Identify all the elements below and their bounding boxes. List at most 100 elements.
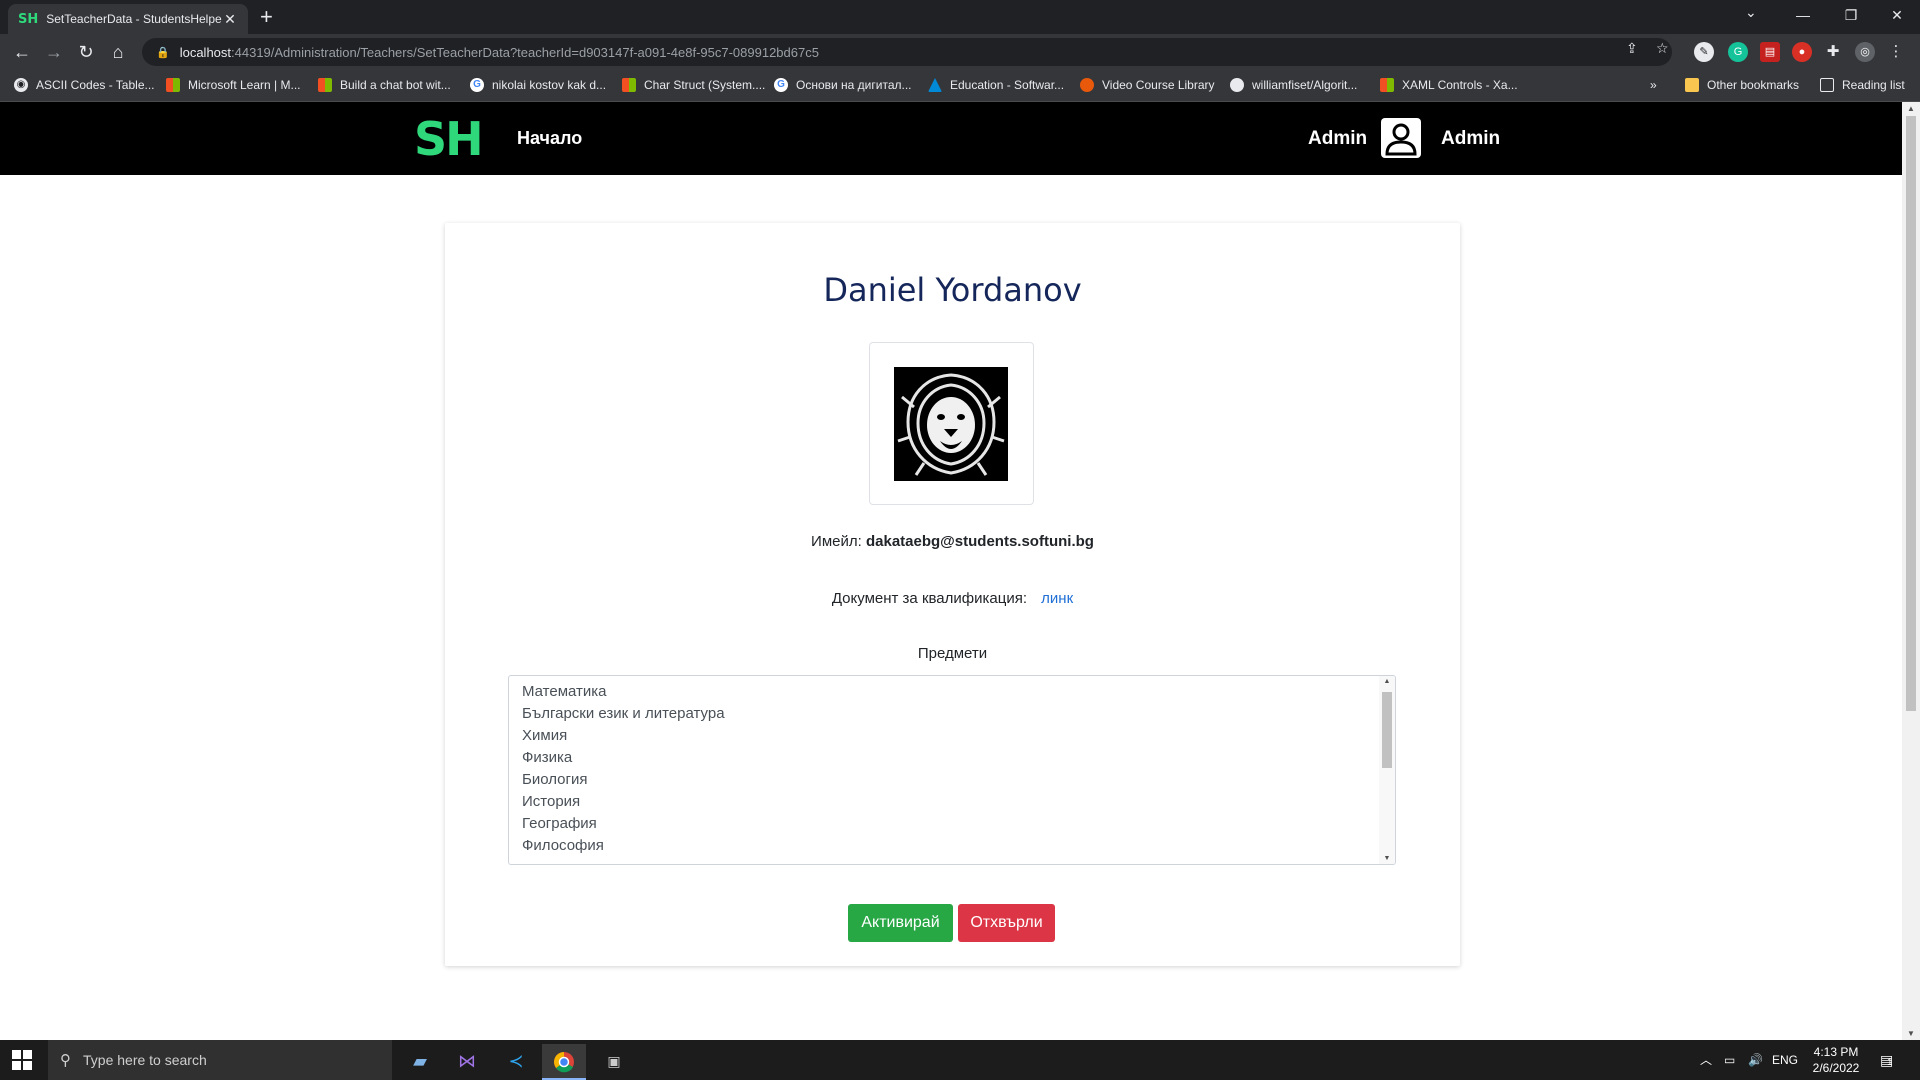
clock-date: 2/6/2022	[1812, 1061, 1860, 1075]
puzzle-icon[interactable]: ✚	[1823, 42, 1843, 62]
bookmark-item[interactable]: Gnikolai kostov kak d...	[470, 78, 606, 92]
azure-icon	[928, 78, 942, 92]
back-icon[interactable]: ←	[10, 40, 34, 64]
nav-admin-link[interactable]: Admin	[1308, 128, 1367, 150]
site-logo[interactable]: SH	[414, 112, 484, 166]
google-icon: G	[470, 78, 484, 92]
subjects-multiselect[interactable]: Математика Български език и литература Х…	[508, 675, 1396, 865]
avatar[interactable]	[1381, 118, 1421, 158]
subjects-scrollbar-thumb[interactable]	[1382, 692, 1392, 768]
teacher-photo	[894, 367, 1008, 481]
restore-icon[interactable]: ❐	[1828, 0, 1874, 30]
qualification-document-link[interactable]: линк	[1041, 590, 1073, 607]
bookmark-label: Education - Softwar...	[950, 78, 1065, 92]
browser-tab[interactable]: SH SetTeacherData - StudentsHelper ✕	[8, 4, 248, 34]
nav-user-link[interactable]: Admin	[1441, 128, 1500, 150]
google-icon: G	[774, 78, 788, 92]
url-host: localhost	[179, 44, 232, 60]
network-icon[interactable]: ▭	[1724, 1040, 1735, 1080]
other-bookmarks-button[interactable]: Other bookmarks	[1685, 78, 1799, 92]
bookmark-item[interactable]: Education - Softwar...	[928, 78, 1064, 92]
notification-icon[interactable]: ▤1	[1880, 1040, 1893, 1080]
subject-option[interactable]: Химия	[509, 725, 1379, 747]
scroll-up-icon[interactable]: ▲	[1379, 678, 1395, 685]
user-icon	[1385, 123, 1417, 156]
home-icon[interactable]: ⌂	[106, 40, 130, 64]
bookmark-label: Video Course Library	[1102, 78, 1215, 92]
record-extension-icon[interactable]: ●	[1792, 42, 1812, 62]
subject-option[interactable]: Математика	[509, 681, 1379, 703]
bookmark-item[interactable]: Video Course Library	[1080, 78, 1215, 92]
tab-search-icon[interactable]: ⌄	[1745, 4, 1757, 21]
address-bar[interactable]: 🔒 localhost :44319/Administration/Teache…	[142, 38, 1672, 66]
subject-option[interactable]: География	[509, 813, 1379, 835]
bookmark-item[interactable]: ◉ ASCII Codes - Table...	[14, 78, 155, 92]
scroll-down-icon[interactable]: ▼	[1379, 855, 1395, 862]
search-icon: ⚲	[60, 1052, 71, 1069]
profile-icon[interactable]: ◎	[1855, 42, 1875, 62]
bookmark-item[interactable]: XAML Controls - Xa...	[1380, 78, 1518, 92]
share-icon[interactable]: ⇪	[1626, 40, 1638, 57]
reading-list-button[interactable]: Reading list	[1820, 78, 1905, 92]
extension-pen-icon[interactable]: ✎	[1694, 42, 1714, 62]
bookmarks-overflow-button[interactable]: »	[1650, 78, 1657, 92]
page-scrollbar[interactable]: ▲ ▼	[1902, 102, 1920, 1040]
bookmark-label: nikolai kostov kak d...	[492, 78, 607, 92]
bookmark-item[interactable]: Char Struct (System....	[622, 78, 765, 92]
bookmark-label: Основи на дигитал...	[796, 78, 912, 92]
menu-kebab-icon[interactable]: ⋮	[1886, 42, 1906, 62]
subjects-label: Предмети	[917, 645, 988, 662]
teacher-card: Daniel Yordanov Имейл: dakataebg@student…	[445, 223, 1460, 966]
bookmark-label: Char Struct (System....	[644, 78, 766, 92]
subject-option[interactable]: Философия	[509, 835, 1379, 857]
bookmarks-bar: ◉ ASCII Codes - Table... Microsoft Learn …	[0, 70, 1920, 102]
bookmark-item[interactable]: Microsoft Learn | M...	[166, 78, 300, 92]
tab-title: SetTeacherData - StudentsHelper	[46, 12, 222, 26]
bookmark-item[interactable]: Build a chat bot wit...	[318, 78, 451, 92]
page-scrollbar-thumb[interactable]	[1906, 116, 1916, 711]
bookmark-item[interactable]: G Основи на дигитал...	[774, 78, 912, 92]
taskbar-search-placeholder: Type here to search	[83, 1052, 207, 1068]
subjects-list: Математика Български език и литература Х…	[509, 681, 1379, 857]
star-icon[interactable]: ☆	[1656, 40, 1669, 57]
teacher-photo-frame	[869, 342, 1034, 505]
reject-button[interactable]: Отхвърли	[958, 904, 1055, 942]
teacher-email: dakataebg@students.softuni.bg	[865, 533, 1094, 550]
qualification-row: Документ за квалификация: линк	[445, 590, 1460, 607]
file-explorer-icon[interactable]: ▰	[398, 1044, 442, 1080]
subject-option[interactable]: Български език и литература	[509, 703, 1379, 725]
github-icon	[1230, 78, 1244, 92]
bookmark-item[interactable]: williamfiset/Algorit...	[1230, 78, 1357, 92]
subject-option[interactable]: Биология	[509, 769, 1379, 791]
vscode-icon[interactable]: ≺	[494, 1044, 538, 1080]
subjects-scrollbar[interactable]: ▲ ▼	[1379, 676, 1395, 864]
minimize-icon[interactable]: —	[1780, 0, 1826, 30]
new-tab-button[interactable]: +	[260, 6, 273, 28]
browser-tabbar: SH SetTeacherData - StudentsHelper ✕ + ⌄…	[0, 0, 1920, 34]
forward-icon[interactable]: →	[42, 40, 66, 64]
activate-button[interactable]: Активирай	[848, 904, 953, 942]
taskbar-clock[interactable]: 4:13 PM 2/6/2022	[1800, 1044, 1872, 1076]
close-window-icon[interactable]: ✕	[1874, 0, 1920, 30]
reload-icon[interactable]: ↻	[74, 40, 98, 64]
language-indicator[interactable]: ENG	[1772, 1040, 1798, 1080]
chrome-icon[interactable]	[542, 1044, 586, 1080]
volume-icon[interactable]: 🔊	[1748, 1040, 1763, 1080]
windows-start-icon[interactable]	[12, 1050, 32, 1070]
subject-option[interactable]: Физика	[509, 747, 1379, 769]
taskbar-search-box[interactable]: ⚲ Type here to search	[48, 1040, 392, 1080]
visual-studio-icon[interactable]: ⋈	[445, 1044, 489, 1080]
nav-home-link[interactable]: Начало	[517, 128, 582, 149]
windows-taskbar: ⚲ Type here to search ▰ ⋈ ≺ ▣ ︿ ▭ 🔊 ENG …	[0, 1040, 1920, 1080]
bookmark-label: ASCII Codes - Table...	[36, 78, 155, 92]
subject-option[interactable]: История	[509, 791, 1379, 813]
microsoft-icon	[166, 78, 180, 92]
teacher-name: Daniel Yordanov	[823, 271, 1082, 309]
terminal-icon[interactable]: ▣	[592, 1044, 636, 1080]
grammarly-icon[interactable]: G	[1728, 42, 1748, 62]
scroll-up-icon[interactable]: ▲	[1906, 104, 1916, 113]
tab-close-icon[interactable]: ✕	[222, 11, 238, 28]
tray-chevron-icon[interactable]: ︿	[1700, 1040, 1712, 1080]
pdf-extension-icon[interactable]: ▤	[1760, 42, 1780, 62]
scroll-down-icon[interactable]: ▼	[1906, 1029, 1916, 1038]
